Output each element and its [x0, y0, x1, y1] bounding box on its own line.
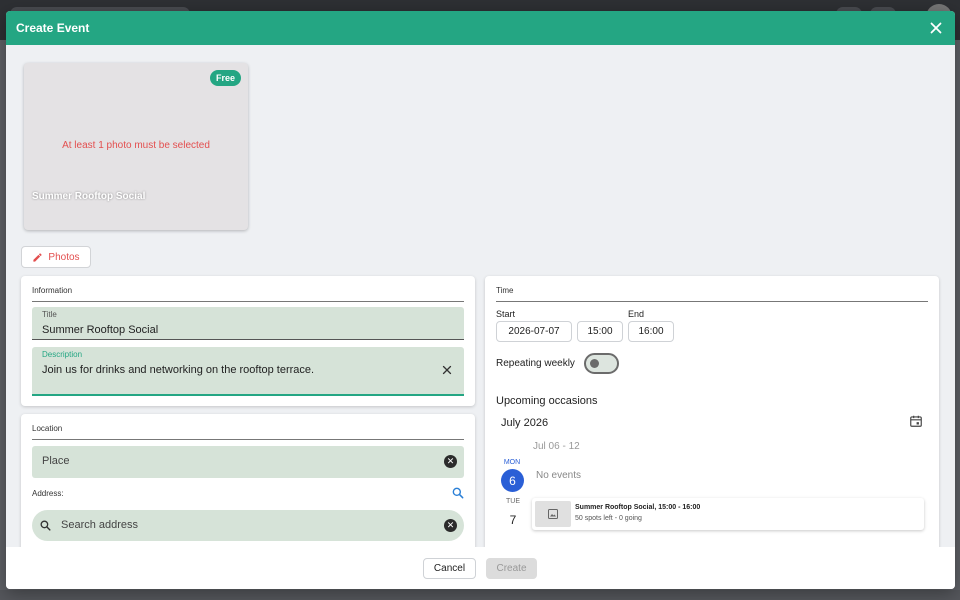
dialog-header: Create Event [6, 11, 955, 45]
repeating-weekly-toggle[interactable] [584, 353, 619, 374]
repeating-weekly-label: Repeating weekly [496, 358, 575, 369]
event-occasion-title: Summer Rooftop Social, 15:00 - 16:00 [575, 504, 701, 511]
description-field-value: Join us for drinks and networking on the… [42, 364, 315, 376]
title-field-label: Title [42, 310, 57, 319]
no-events-text: No events [536, 470, 582, 481]
photo-warning-text: At least 1 photo must be selected [62, 140, 210, 151]
pencil-icon [33, 252, 43, 262]
field-underline [32, 339, 464, 340]
create-button[interactable]: Create [486, 558, 537, 579]
upcoming-occasions-heading: Upcoming occasions [496, 395, 598, 407]
start-date-field[interactable]: 2026-07-07 [496, 321, 572, 342]
toggle-knob [590, 359, 599, 368]
free-badge: Free [209, 70, 241, 86]
divider [496, 301, 928, 302]
day-number-today[interactable]: 6 [501, 469, 524, 492]
field-underline-focused [32, 394, 464, 396]
divider [32, 301, 464, 302]
image-icon [548, 509, 558, 519]
close-icon[interactable] [927, 19, 945, 37]
calendar-month: July 2026 [501, 417, 549, 429]
create-event-dialog: Create Event Free At least 1 photo must … [6, 11, 955, 589]
event-photo-card[interactable]: Free At least 1 photo must be selected S… [24, 63, 248, 230]
clear-search-icon[interactable]: ✕ [444, 519, 457, 532]
address-label: Address: [32, 489, 64, 498]
search-address-input[interactable]: Search address ✕ [32, 510, 464, 541]
title-field-value: Summer Rooftop Social [42, 324, 159, 336]
background-app-footer [0, 590, 960, 600]
event-occasion-card[interactable]: Summer Rooftop Social, 15:00 - 16:00 50 … [532, 498, 924, 530]
title-field[interactable]: Title Summer Rooftop Social [32, 307, 464, 340]
photo-card-event-name: Summer Rooftop Social [32, 191, 146, 202]
time-panel: Time Start 2026-07-07 15:00 End 16:00 Re… [485, 276, 939, 547]
location-section-title: Location [32, 424, 63, 433]
place-field-placeholder: Place [42, 455, 70, 467]
dialog-footer: Cancel Create [6, 547, 955, 589]
time-section-title: Time [496, 286, 514, 295]
clear-icon[interactable] [440, 363, 454, 377]
divider [32, 439, 464, 440]
event-occasion-subtitle: 50 spots left - 0 going [575, 515, 642, 522]
dialog-title: Create Event [16, 21, 90, 35]
day-name-mon: MON [503, 459, 521, 466]
place-field[interactable]: Place ✕ [32, 446, 464, 478]
day-number[interactable]: 7 [501, 513, 525, 527]
week-range: Jul 06 - 12 [533, 441, 580, 452]
information-panel: Information Title Summer Rooftop Social … [21, 276, 475, 406]
search-address-icon[interactable] [451, 486, 465, 500]
cancel-button[interactable]: Cancel [423, 558, 476, 579]
description-field[interactable]: Description Join us for drinks and netwo… [32, 347, 464, 396]
description-field-label: Description [42, 350, 83, 359]
clear-place-icon[interactable]: ✕ [444, 455, 457, 468]
photos-button-label: Photos [48, 251, 80, 263]
search-address-placeholder: Search address [61, 519, 139, 531]
dialog-content: Free At least 1 photo must be selected S… [6, 45, 955, 547]
location-panel: Location Place ✕ Address: Search address… [21, 414, 475, 547]
calendar-icon[interactable] [909, 414, 923, 428]
information-section-title: Information [32, 286, 73, 295]
end-time-field[interactable]: 16:00 [628, 321, 674, 342]
end-label: End [628, 309, 645, 319]
search-icon [40, 520, 51, 531]
photos-button[interactable]: Photos [21, 246, 91, 268]
day-name-tue: TUE [506, 498, 520, 505]
event-thumbnail [535, 501, 571, 527]
start-time-field[interactable]: 15:00 [577, 321, 623, 342]
start-label: Start [496, 309, 516, 319]
